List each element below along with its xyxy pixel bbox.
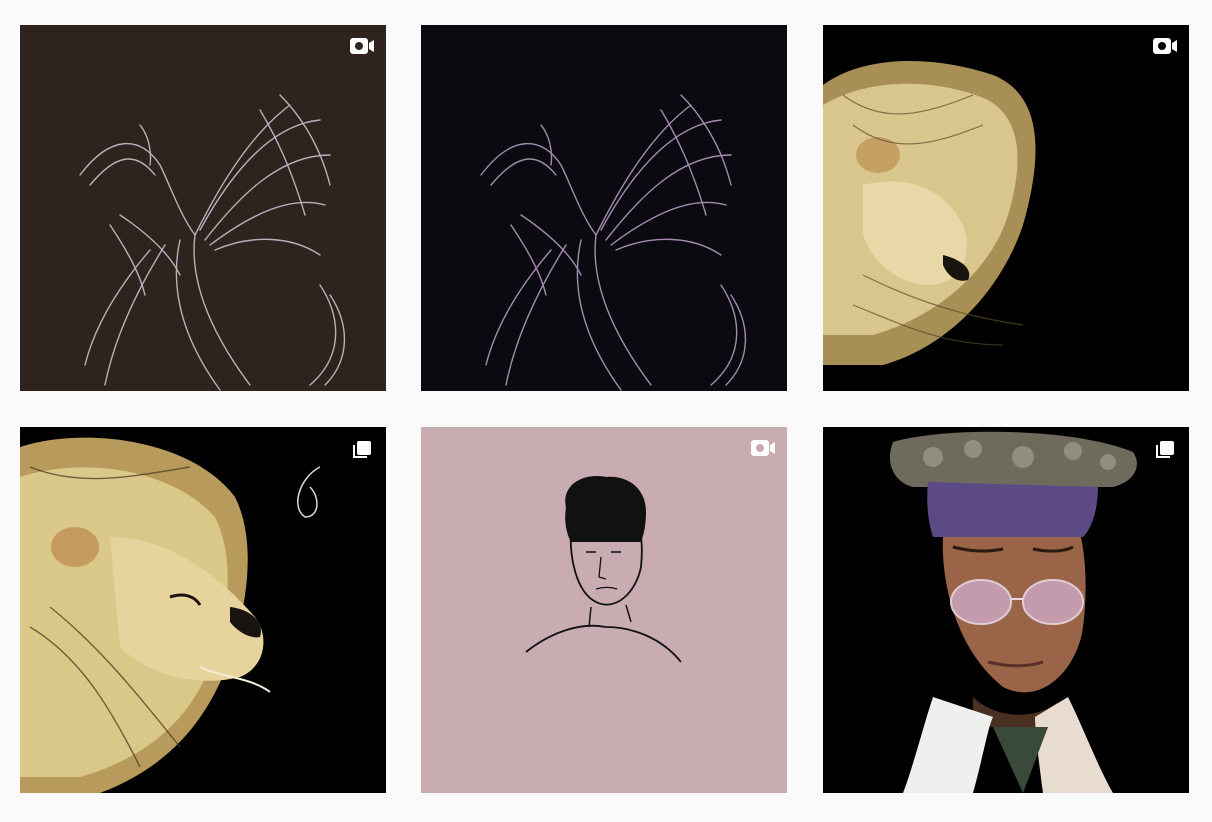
video-icon: [348, 35, 376, 57]
post-image-lion-mane: [823, 25, 1189, 391]
post-image-hat-portrait: [823, 427, 1189, 793]
carousel-icon: [1151, 437, 1179, 459]
post-tile-2[interactable]: [421, 25, 787, 391]
video-icon: [1151, 35, 1179, 57]
post-tile-5[interactable]: [421, 427, 787, 793]
post-image-phoenix-brown: [20, 25, 386, 391]
post-tile-3[interactable]: [823, 25, 1189, 391]
post-image-line-portrait: [421, 427, 787, 793]
carousel-icon: [348, 437, 376, 459]
post-tile-1[interactable]: [20, 25, 386, 391]
video-icon: [749, 437, 777, 459]
post-image-lion-profile: [20, 427, 386, 793]
post-tile-6[interactable]: [823, 427, 1189, 793]
post-image-phoenix-dark: [421, 25, 787, 391]
post-grid: [0, 0, 1212, 822]
post-tile-4[interactable]: [20, 427, 386, 793]
